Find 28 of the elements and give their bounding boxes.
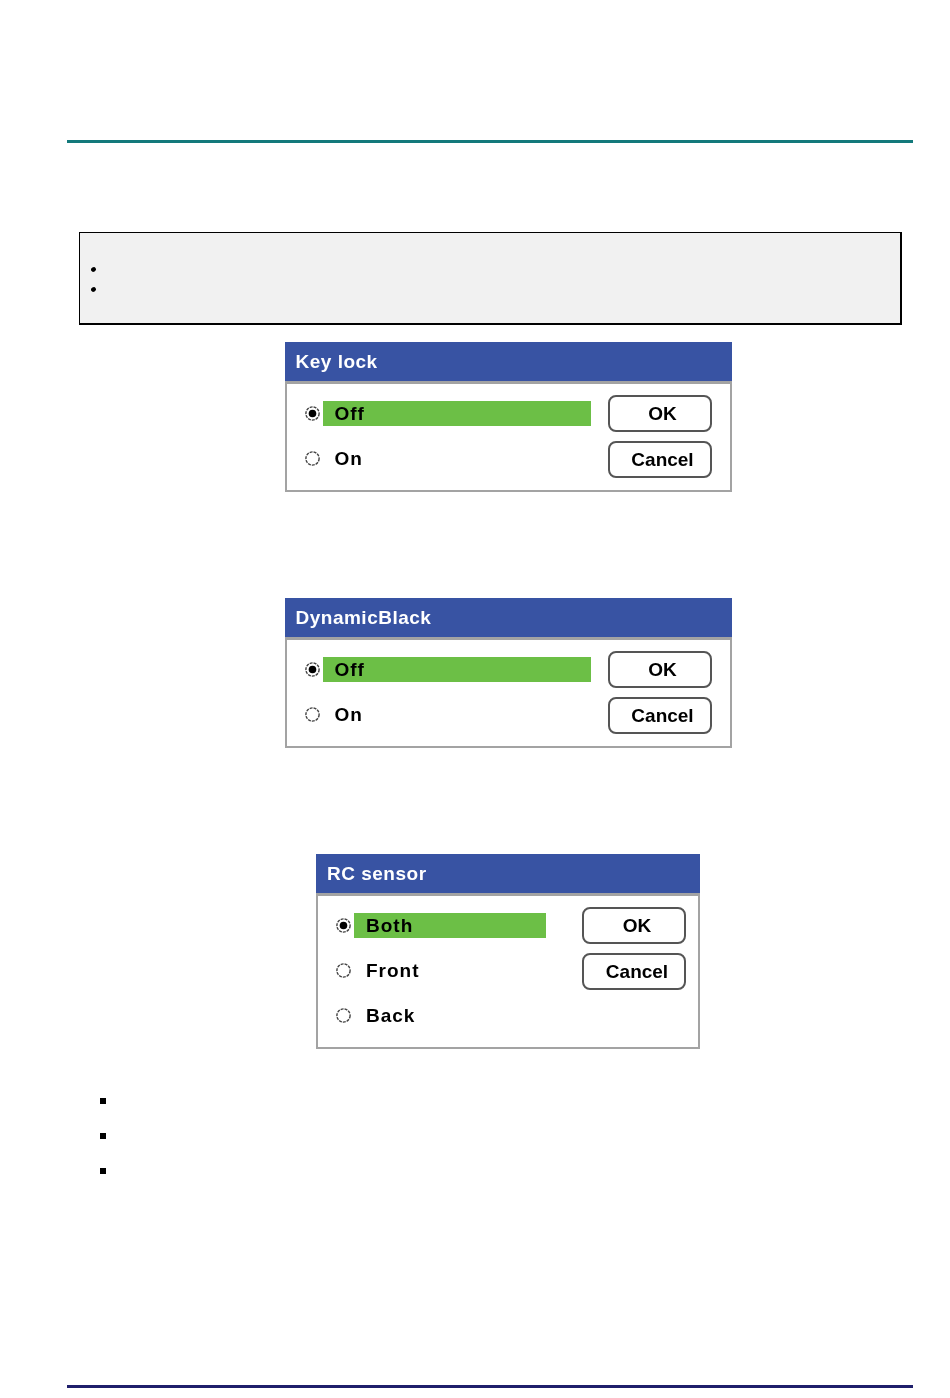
highlighted-option[interactable]: Off bbox=[322, 401, 591, 426]
option-label[interactable]: Back bbox=[354, 1003, 546, 1028]
radio-icon[interactable] bbox=[304, 451, 320, 466]
square-bullet-icon bbox=[100, 1133, 106, 1139]
radio-selected-icon[interactable] bbox=[336, 918, 351, 933]
dialog-title-bar: Key lock bbox=[284, 342, 732, 381]
dialog-title-bar: RC sensor bbox=[316, 854, 700, 893]
square-bullet-icon bbox=[100, 1168, 106, 1174]
bullet-dot-icon bbox=[91, 287, 96, 292]
dialog-button[interactable]: Cancel bbox=[607, 441, 712, 478]
dialog-button[interactable]: OK bbox=[607, 395, 712, 432]
option-label[interactable]: Front bbox=[354, 958, 546, 983]
dialog-button[interactable]: OK bbox=[607, 651, 712, 688]
dialog-button[interactable]: Cancel bbox=[607, 697, 712, 734]
radio-icon[interactable] bbox=[304, 707, 320, 722]
option-label[interactable]: On bbox=[322, 702, 591, 727]
radio-selected-icon[interactable] bbox=[304, 662, 320, 677]
radio-icon[interactable] bbox=[336, 1008, 351, 1023]
radio-icon[interactable] bbox=[336, 963, 351, 978]
highlighted-option[interactable]: Both bbox=[354, 913, 546, 938]
dialog-title-bar: DynamicBlack bbox=[284, 598, 732, 637]
square-bullet-icon bbox=[100, 1098, 106, 1104]
option-label[interactable]: On bbox=[322, 446, 591, 471]
bullet-dot-icon bbox=[91, 267, 96, 272]
dialog-button[interactable]: OK bbox=[582, 907, 686, 944]
highlighted-option[interactable]: Off bbox=[322, 657, 591, 682]
dialog-button[interactable]: Cancel bbox=[582, 953, 686, 990]
radio-selected-icon[interactable] bbox=[304, 406, 320, 421]
